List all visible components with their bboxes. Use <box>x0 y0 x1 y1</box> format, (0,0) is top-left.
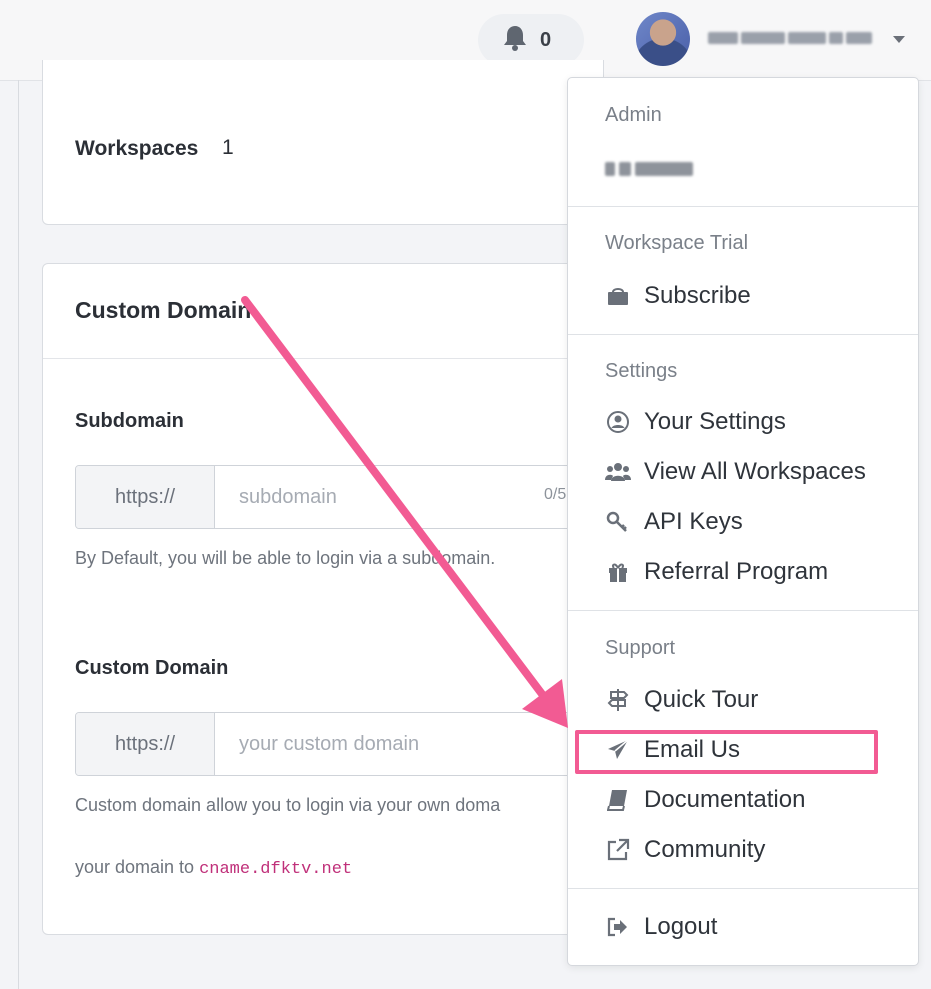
annotation-arrow <box>241 296 568 728</box>
